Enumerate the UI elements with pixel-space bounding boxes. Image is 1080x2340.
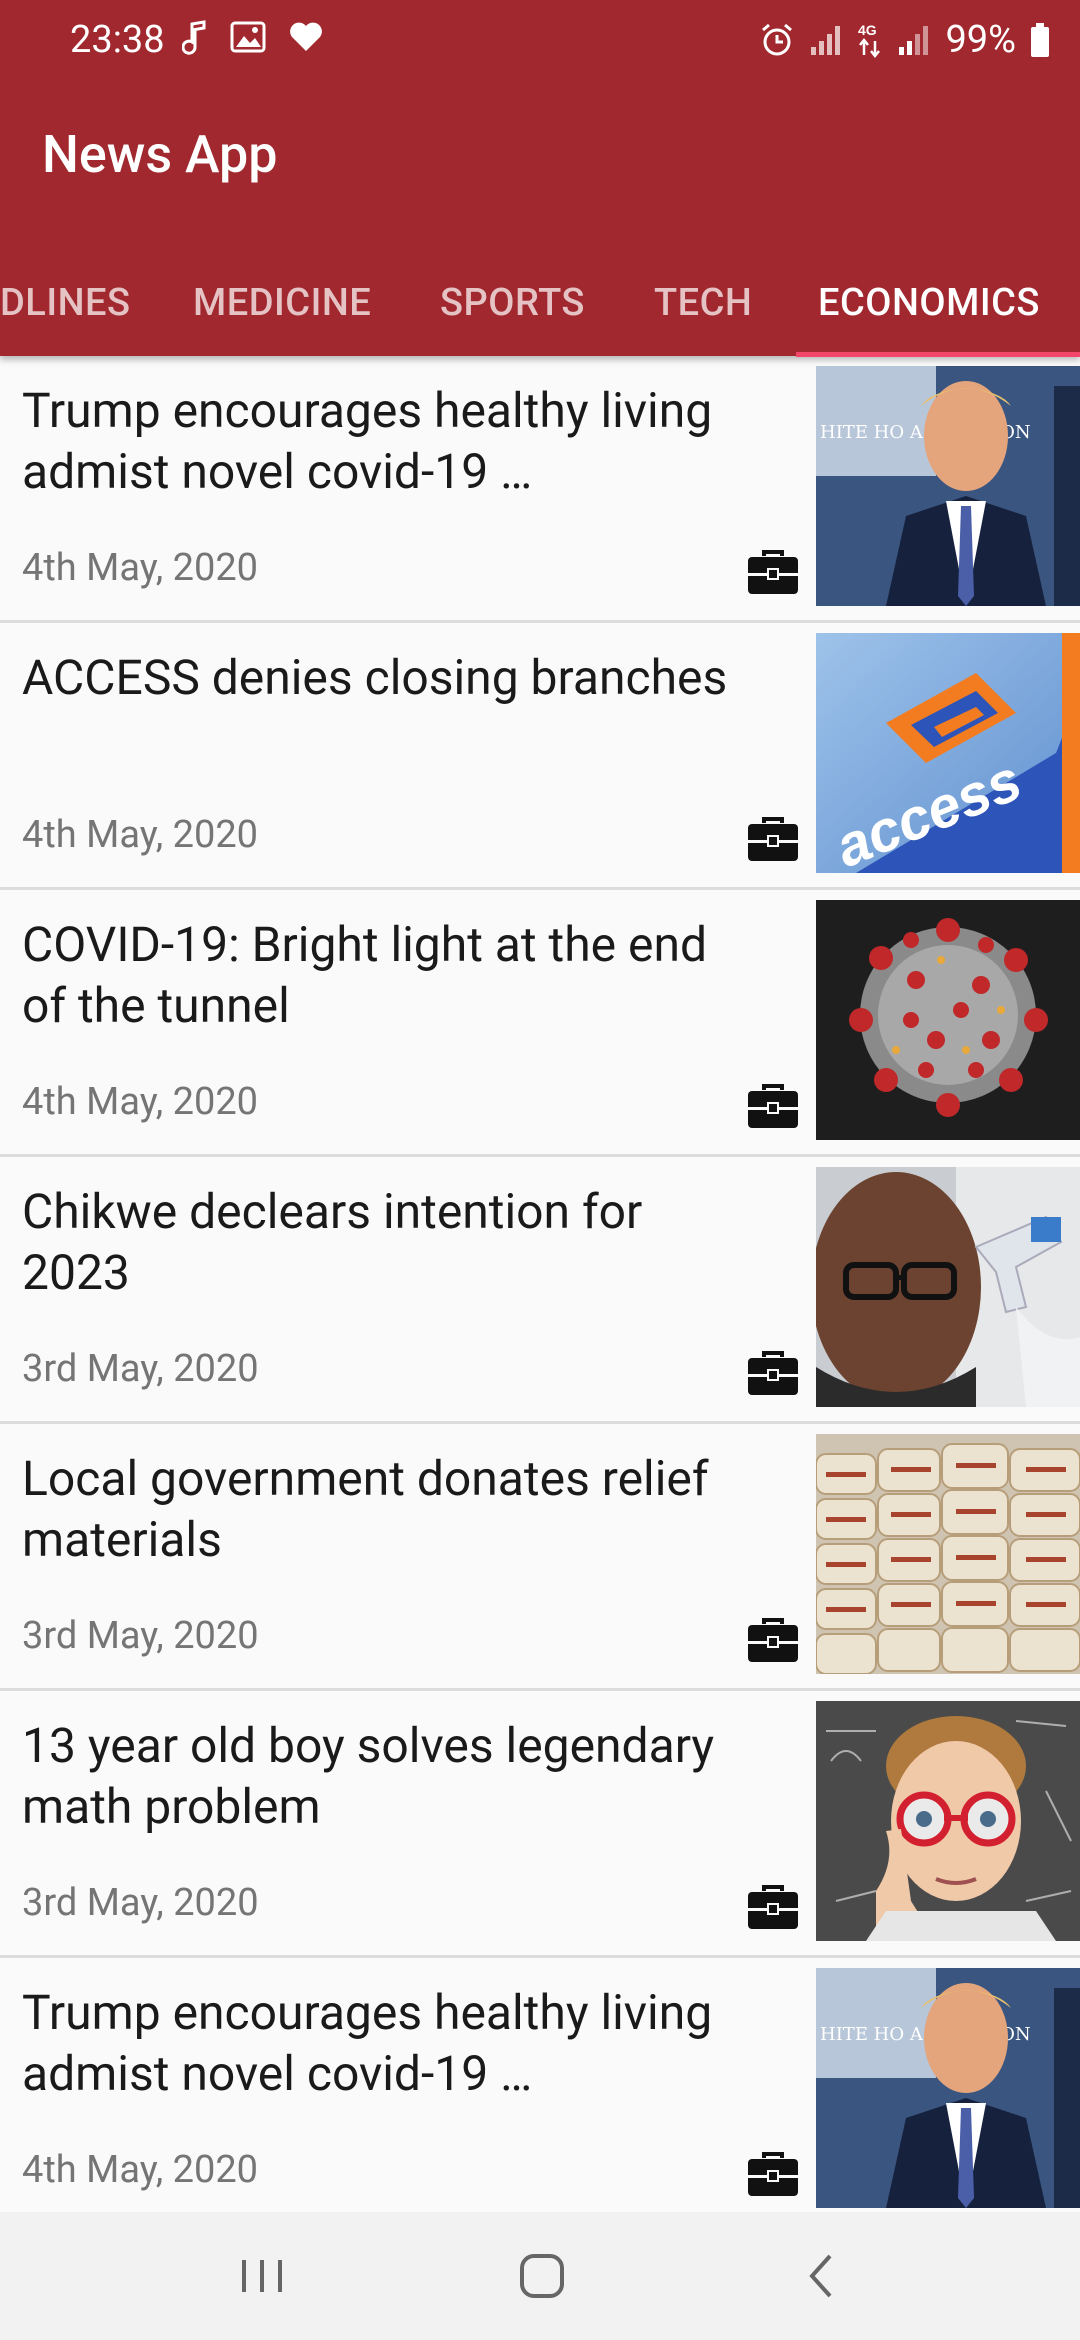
boy-glasses-photo: [816, 1701, 1080, 1941]
article-date: 3rd May, 2020: [22, 1347, 259, 1391]
article-date: 4th May, 2020: [22, 546, 259, 590]
list-item[interactable]: Local government donates relief material…: [0, 1424, 1080, 1691]
heart-icon: [290, 22, 322, 51]
coronavirus-photo: [816, 900, 1080, 1140]
status-notification-icons: [182, 20, 324, 56]
signal-icon: [811, 26, 841, 55]
tab-headlines[interactable]: DLINES: [0, 250, 131, 356]
list-item[interactable]: 13 year old boy solves legendary math pr…: [0, 1691, 1080, 1958]
trump-photo: HITE HO ASHINGTON: [816, 1968, 1080, 2208]
article-date: 4th May, 2020: [22, 1080, 259, 1124]
status-time: 23:38: [70, 18, 165, 62]
article-date: 3rd May, 2020: [22, 1614, 259, 1658]
article-title: 13 year old boy solves legendary math pr…: [22, 1717, 715, 1835]
article-title: Local government donates relief material…: [22, 1450, 709, 1568]
briefcase-icon: [748, 2152, 798, 2196]
article-title: Chikwe declears intention for 2023: [22, 1183, 643, 1301]
svg-text:4G: 4G: [858, 22, 877, 38]
status-bar: 23:38 4G 99%: [0, 0, 1080, 84]
recent-apps-icon[interactable]: [232, 2246, 292, 2306]
list-item[interactable]: Trump encourages healthy living admist n…: [0, 1958, 1080, 2225]
music-note-icon: [182, 20, 206, 55]
network-4g-icon: 4G: [858, 22, 881, 59]
battery-percent: 99%: [945, 18, 1016, 62]
app-bar: 23:38 4G 99% News App DLINES MEDICINE SP…: [0, 0, 1080, 357]
article-title: ACCESS denies closing branches: [22, 649, 728, 706]
article-date: 4th May, 2020: [22, 2148, 259, 2192]
briefcase-icon: [748, 1351, 798, 1395]
list-item[interactable]: Chikwe declears intention for 2023 3rd M…: [0, 1157, 1080, 1424]
news-list: Trump encourages healthy living admist n…: [0, 356, 1080, 2225]
tab-sports[interactable]: SPORTS: [440, 250, 585, 356]
briefcase-icon: [748, 1885, 798, 1929]
image-icon: [230, 21, 266, 53]
access-bank-logo: access: [816, 633, 1080, 873]
trump-photo: HITE HO ASHINGTON: [816, 366, 1080, 606]
article-title: Trump encourages healthy living admist n…: [22, 382, 713, 500]
article-title: COVID-19: Bright light at the end of the…: [22, 916, 708, 1034]
tab-tech[interactable]: TECH: [654, 250, 752, 356]
back-icon[interactable]: [792, 2246, 852, 2306]
tab-indicator: [796, 352, 1080, 357]
article-title: Trump encourages healthy living admist n…: [22, 1984, 713, 2102]
battery-icon: [1031, 23, 1049, 57]
alarm-icon: [762, 23, 793, 56]
list-item[interactable]: ACCESS denies closing branches 4th May, …: [0, 623, 1080, 890]
category-tabs: DLINES MEDICINE SPORTS TECH ECONOMICS: [0, 250, 1080, 356]
rice-bags-photo: [816, 1434, 1080, 1674]
briefcase-icon: [748, 1618, 798, 1662]
briefcase-icon: [748, 550, 798, 594]
article-date: 3rd May, 2020: [22, 1881, 259, 1925]
list-item[interactable]: COVID-19: Bright light at the end of the…: [0, 890, 1080, 1157]
tab-economics[interactable]: ECONOMICS: [818, 250, 1040, 356]
status-system-icons: 4G 99%: [759, 18, 1050, 62]
tab-medicine[interactable]: MEDICINE: [193, 250, 371, 356]
page-title: News App: [42, 124, 278, 185]
system-nav-bar: [0, 2212, 1080, 2340]
briefcase-icon: [748, 1084, 798, 1128]
article-date: 4th May, 2020: [22, 813, 259, 857]
list-item[interactable]: Trump encourages healthy living admist n…: [0, 356, 1080, 623]
signal-icon-2: [899, 26, 929, 55]
man-thermometer-photo: [816, 1167, 1080, 1407]
home-icon[interactable]: [512, 2246, 572, 2306]
briefcase-icon: [748, 817, 798, 861]
